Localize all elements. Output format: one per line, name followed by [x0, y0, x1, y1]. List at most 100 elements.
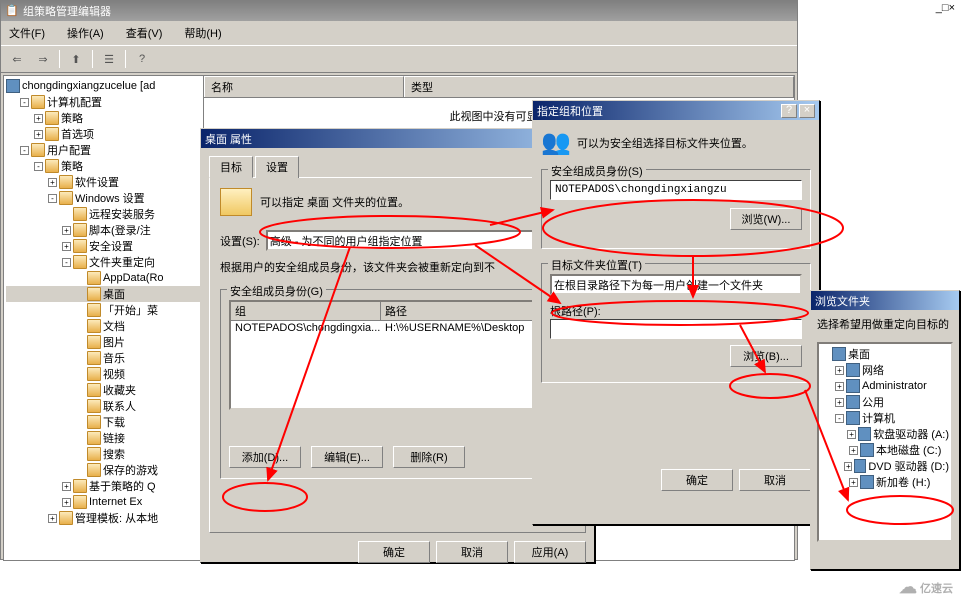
tree-toggle[interactable]: + — [847, 430, 856, 439]
tree-item[interactable]: +软件设置 — [6, 174, 201, 190]
tree-item[interactable]: 「开始」菜 — [6, 302, 201, 318]
close-icon[interactable]: × — [799, 104, 815, 118]
tree-item[interactable]: +策略 — [6, 110, 201, 126]
tree-item[interactable]: -用户配置 — [6, 142, 201, 158]
tree-item[interactable]: 搜索 — [6, 446, 201, 462]
list-row[interactable]: NOTEPADOS\chongdingxia... H:\%USERNAME%\… — [231, 321, 564, 335]
tree-item[interactable]: 联系人 — [6, 398, 201, 414]
add-button[interactable]: 添加(D)... — [229, 446, 301, 468]
titlebar[interactable]: 📋 组策略管理编辑器 — [1, 1, 797, 21]
back-button[interactable]: ⇐ — [7, 49, 27, 69]
tree-toggle[interactable]: + — [48, 514, 57, 523]
tree-toggle[interactable]: + — [849, 446, 858, 455]
col-name[interactable]: 名称 — [204, 76, 404, 97]
ok-button[interactable]: 确定 — [358, 541, 430, 563]
dialog-titlebar[interactable]: 指定组和位置 ? × — [533, 101, 819, 120]
tree-item[interactable]: 收藏夹 — [6, 382, 201, 398]
browse-tree-item[interactable]: + DVD 驱动器 (D:) — [821, 458, 949, 474]
tree-toggle[interactable]: + — [62, 242, 71, 251]
browse-tree-item[interactable]: +网络 — [821, 362, 949, 378]
tree-toggle[interactable]: + — [48, 178, 57, 187]
menu-action[interactable]: 操作(A) — [63, 23, 108, 43]
tree-toggle[interactable]: + — [62, 482, 71, 491]
tab-target[interactable]: 目标 — [209, 156, 253, 178]
browse-tree-item[interactable]: +新加卷 (H:) — [821, 474, 949, 490]
browse-tree-item[interactable]: +公用 — [821, 394, 949, 410]
tree-item[interactable]: -文件夹重定向 — [6, 254, 201, 270]
tree-toggle[interactable]: - — [835, 414, 844, 423]
tree-item[interactable]: -策略 — [6, 158, 201, 174]
close-button[interactable]: × — [949, 2, 955, 14]
tree-toggle[interactable]: - — [20, 146, 29, 155]
browse-tree-item[interactable]: +本地磁盘 (C:) — [821, 442, 949, 458]
tree-item[interactable]: +Internet Ex — [6, 494, 201, 510]
menu-file[interactable]: 文件(F) — [5, 23, 49, 43]
root-path-input[interactable] — [550, 319, 802, 339]
tree-toggle[interactable]: + — [835, 398, 844, 407]
cancel-button[interactable]: 取消 — [739, 469, 811, 491]
help-icon[interactable]: ? — [781, 104, 797, 118]
tree-toggle[interactable]: - — [34, 162, 43, 171]
tree-item[interactable]: 音乐 — [6, 350, 201, 366]
tree-item[interactable]: 图片 — [6, 334, 201, 350]
dialog-titlebar[interactable]: 浏览文件夹 — [811, 291, 959, 310]
tree-item[interactable]: 远程安装服务 — [6, 206, 201, 222]
browse-path-button[interactable]: 浏览(B)... — [730, 345, 802, 367]
tree-item[interactable]: AppData(Ro — [6, 270, 201, 286]
setting-value: 高级 - 为不同的用户组指定位置 — [270, 233, 423, 249]
tree-item[interactable]: 桌面 — [6, 286, 201, 302]
forward-button[interactable]: ⇒ — [33, 49, 53, 69]
tree-toggle[interactable]: + — [849, 478, 858, 487]
tree-toggle[interactable]: + — [62, 226, 71, 235]
tree-toggle[interactable]: - — [20, 98, 29, 107]
tab-settings[interactable]: 设置 — [255, 156, 299, 178]
tree-item[interactable]: +基于策略的 Q — [6, 478, 201, 494]
target-loc-combo[interactable]: 在根目录路径下为每一用户创建一个文件夹 — [550, 274, 802, 295]
browse-tree-item[interactable]: -计算机 — [821, 410, 949, 426]
apply-button[interactable]: 应用(A) — [514, 541, 586, 563]
tree-item[interactable]: 文档 — [6, 318, 201, 334]
security-group-input[interactable] — [550, 180, 802, 200]
up-button[interactable]: ⬆ — [66, 49, 86, 69]
tree-label: 收藏夹 — [103, 382, 136, 398]
tree-toggle[interactable]: + — [844, 462, 852, 471]
delete-button[interactable]: 删除(R) — [393, 446, 465, 468]
folder-tree[interactable]: 桌面+网络+Administrator+公用-计算机+软盘驱动器 (A:)+本地… — [817, 342, 953, 542]
maximize-button[interactable]: □ — [942, 2, 949, 14]
browse-group-button[interactable]: 浏览(W)... — [730, 208, 802, 230]
col-type[interactable]: 类型 — [404, 76, 794, 97]
tree-toggle[interactable]: + — [34, 114, 43, 123]
tree-toggle[interactable]: - — [62, 258, 71, 267]
tree-item[interactable]: 链接 — [6, 430, 201, 446]
tree-toggle[interactable]: + — [835, 366, 844, 375]
tree-toggle[interactable]: - — [48, 194, 57, 203]
cancel-button[interactable]: 取消 — [436, 541, 508, 563]
tree-item[interactable]: 下载 — [6, 414, 201, 430]
tree-item[interactable]: 保存的游戏 — [6, 462, 201, 478]
tree-toggle[interactable]: + — [34, 130, 43, 139]
menu-help[interactable]: 帮助(H) — [180, 23, 225, 43]
show-hide-button[interactable]: ☰ — [99, 49, 119, 69]
menu-view[interactable]: 查看(V) — [122, 23, 167, 43]
browse-tree-item[interactable]: +Administrator — [821, 378, 949, 394]
tree-toggle[interactable]: + — [835, 382, 844, 391]
col-group[interactable]: 组 — [231, 302, 381, 320]
browse-tree-item[interactable]: 桌面 — [821, 346, 949, 362]
group-listview[interactable]: 组 路径 NOTEPADOS\chongdingxia... H:\%USERN… — [229, 300, 566, 410]
tree-pane[interactable]: chongdingxiangzucelue [ad -计算机配置+策略+首选项-… — [4, 76, 204, 560]
help-button[interactable]: ? — [132, 49, 152, 69]
tree-item[interactable]: +管理模板: 从本地 — [6, 510, 201, 526]
ok-button[interactable]: 确定 — [661, 469, 733, 491]
tree-item[interactable]: 视频 — [6, 366, 201, 382]
tree-item[interactable]: +脚本(登录/注 — [6, 222, 201, 238]
tree-item[interactable]: -计算机配置 — [6, 94, 201, 110]
edit-button[interactable]: 编辑(E)... — [311, 446, 383, 468]
tree-label: DVD 驱动器 (D:) — [868, 458, 949, 474]
tree-item[interactable]: +首选项 — [6, 126, 201, 142]
setting-combo[interactable]: 高级 - 为不同的用户组指定位置 ▼ — [266, 230, 575, 251]
browse-tree-item[interactable]: +软盘驱动器 (A:) — [821, 426, 949, 442]
tree-item[interactable]: +安全设置 — [6, 238, 201, 254]
tree-toggle[interactable]: + — [62, 498, 71, 507]
tree-root[interactable]: chongdingxiangzucelue [ad — [6, 78, 201, 94]
tree-item[interactable]: -Windows 设置 — [6, 190, 201, 206]
